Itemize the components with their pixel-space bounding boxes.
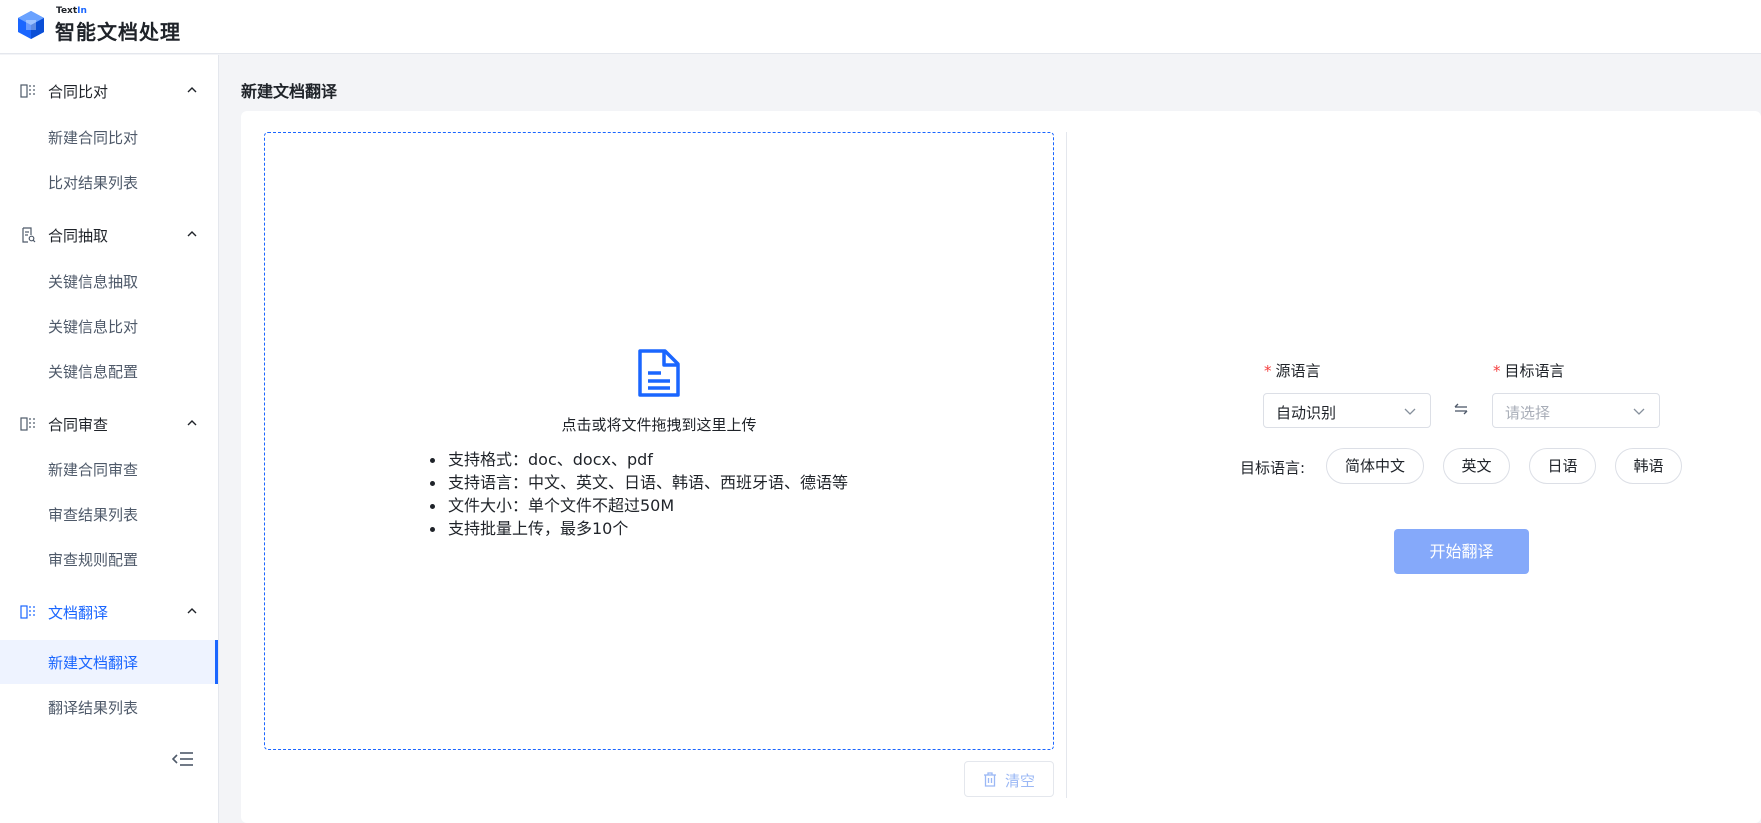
clear-button-label: 清空 bbox=[1005, 772, 1036, 790]
brand-small-text: TextIn bbox=[56, 6, 87, 16]
upload-rules-list: 支持格式：doc、docx、pdf 支持语言：中文、英文、日语、韩语、西班牙语、… bbox=[428, 448, 848, 540]
sidebar-item-label: 关键信息抽取 bbox=[48, 273, 139, 291]
split-panel-icon bbox=[20, 417, 35, 431]
upload-dropzone[interactable] bbox=[264, 132, 1054, 750]
sidebar-group-contract-review[interactable]: 合同审查 bbox=[0, 402, 218, 446]
sidebar: 合同比对 新建合同比对 比对结果列表 合同抽取 关键信息抽取 关键信息比对 关键… bbox=[0, 55, 219, 823]
source-language-label: * 源语言 bbox=[1264, 362, 1321, 380]
sidebar-item-label: 新建文档翻译 bbox=[48, 654, 139, 672]
sidebar-item-label: 关键信息比对 bbox=[48, 318, 139, 336]
chevron-up-icon bbox=[187, 231, 197, 237]
sidebar-item-review-results[interactable]: 审查结果列表 bbox=[0, 492, 218, 536]
sidebar-item-key-info-compare[interactable]: 关键信息比对 bbox=[0, 304, 218, 348]
swap-icon[interactable] bbox=[1453, 401, 1469, 417]
list-item: 支持格式：doc、docx、pdf bbox=[428, 448, 848, 471]
chevron-up-icon bbox=[187, 420, 197, 426]
app-logo-icon bbox=[18, 11, 44, 39]
trash-icon bbox=[984, 772, 996, 787]
sidebar-item-key-info-config[interactable]: 关键信息配置 bbox=[0, 349, 218, 393]
quick-target-label: 目标语言: bbox=[1240, 459, 1306, 477]
sidebar-item-translate-results[interactable]: 翻译结果列表 bbox=[0, 685, 218, 729]
start-translate-button[interactable]: 开始翻译 bbox=[1394, 529, 1529, 574]
upload-hint: 点击或将文件拖拽到这里上传 bbox=[561, 416, 757, 434]
sidebar-item-label: 关键信息配置 bbox=[48, 363, 139, 381]
target-language-select[interactable]: 请选择 bbox=[1492, 393, 1660, 428]
document-icon bbox=[638, 349, 680, 397]
sidebar-item-label: 审查规则配置 bbox=[48, 551, 139, 569]
sidebar-item-label: 比对结果列表 bbox=[48, 174, 139, 192]
top-header: TextIn 智能文档处理 bbox=[0, 0, 1761, 54]
list-item: 支持语言：中文、英文、日语、韩语、西班牙语、德语等 bbox=[428, 471, 848, 494]
page-title: 新建文档翻译 bbox=[241, 82, 338, 101]
chevron-down-icon bbox=[1633, 408, 1645, 415]
sidebar-item-new-doc-translate[interactable]: 新建文档翻译 bbox=[0, 640, 218, 684]
sidebar-group-label: 合同审查 bbox=[48, 416, 109, 434]
sidebar-item-label: 翻译结果列表 bbox=[48, 699, 139, 717]
source-language-value: 自动识别 bbox=[1276, 404, 1337, 422]
chevron-up-icon bbox=[187, 608, 197, 614]
target-chip-english[interactable]: 英文 bbox=[1443, 448, 1510, 484]
target-chip-korean[interactable]: 韩语 bbox=[1615, 448, 1682, 484]
panel-divider bbox=[1066, 132, 1067, 798]
sidebar-item-review-rules-config[interactable]: 审查规则配置 bbox=[0, 537, 218, 581]
sidebar-item-label: 新建合同比对 bbox=[48, 129, 139, 147]
split-panel-icon bbox=[20, 84, 35, 98]
target-language-placeholder: 请选择 bbox=[1505, 404, 1551, 422]
clear-button[interactable]: 清空 bbox=[964, 761, 1054, 797]
list-item: 支持批量上传，最多10个 bbox=[428, 517, 848, 540]
sidebar-item-new-contract-compare[interactable]: 新建合同比对 bbox=[0, 115, 218, 159]
sidebar-group-label: 合同抽取 bbox=[48, 227, 109, 245]
sidebar-item-new-contract-review[interactable]: 新建合同审查 bbox=[0, 447, 218, 491]
target-chip-simplified-chinese[interactable]: 简体中文 bbox=[1326, 448, 1424, 484]
source-language-select[interactable]: 自动识别 bbox=[1263, 393, 1431, 428]
target-chip-japanese[interactable]: 日语 bbox=[1529, 448, 1596, 484]
sidebar-group-contract-extract[interactable]: 合同抽取 bbox=[0, 213, 218, 257]
chevron-down-icon bbox=[1404, 408, 1416, 415]
collapse-sidebar-icon[interactable] bbox=[172, 750, 194, 768]
chevron-up-icon bbox=[187, 87, 197, 93]
split-panel-icon bbox=[20, 605, 35, 619]
sidebar-group-doc-translate[interactable]: 文档翻译 bbox=[0, 590, 218, 634]
list-item: 文件大小：单个文件不超过50M bbox=[428, 494, 848, 517]
sidebar-group-label: 文档翻译 bbox=[48, 604, 109, 622]
sidebar-group-label: 合同比对 bbox=[48, 83, 109, 101]
sidebar-item-key-info-extract[interactable]: 关键信息抽取 bbox=[0, 259, 218, 303]
sidebar-item-compare-results[interactable]: 比对结果列表 bbox=[0, 160, 218, 204]
sidebar-item-label: 新建合同审查 bbox=[48, 461, 139, 479]
sidebar-item-label: 审查结果列表 bbox=[48, 506, 139, 524]
sidebar-group-contract-compare[interactable]: 合同比对 bbox=[0, 69, 218, 113]
app-title: 智能文档处理 bbox=[55, 20, 181, 44]
target-language-label: * 目标语言 bbox=[1493, 362, 1565, 380]
document-search-icon bbox=[22, 227, 36, 243]
